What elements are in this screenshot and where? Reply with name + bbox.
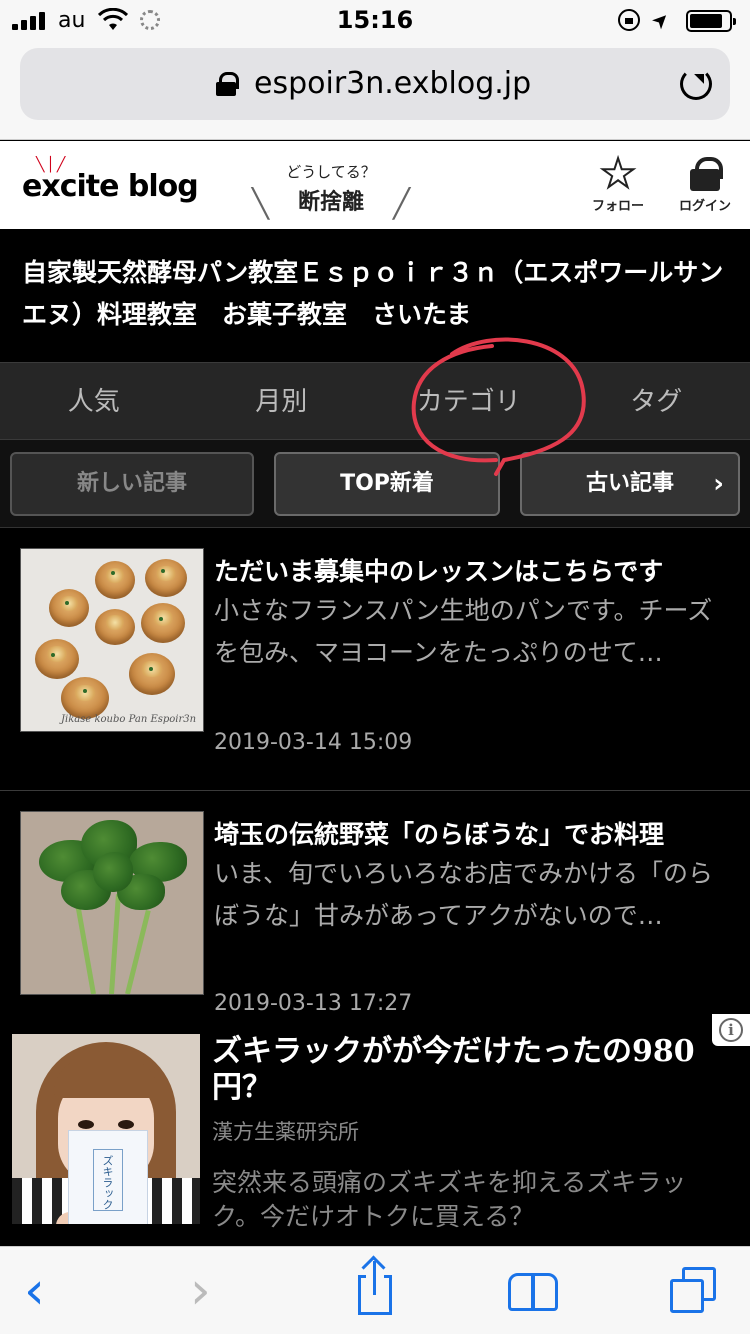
- browser-toolbar: ‹ ›: [0, 1246, 750, 1334]
- login-label: ログイン: [678, 199, 731, 214]
- url-text: espoir3n.exblog.jp: [254, 66, 532, 101]
- article-nav: 新しい記事 TOP新着 古い記事 ›: [0, 440, 750, 528]
- article-excerpt: いま、旬でいろいろなお店でみかける「のらぼうな」甘みがあってアクがないので…: [214, 859, 714, 930]
- ad-sponsor: 漢方生薬研究所: [212, 1120, 359, 1144]
- browser-address-area: espoir3n.exblog.jp: [0, 40, 750, 140]
- address-bar[interactable]: espoir3n.exblog.jp: [20, 48, 730, 120]
- battery-icon: [686, 10, 736, 32]
- book-icon: [508, 1273, 534, 1311]
- lock-icon: [690, 153, 723, 195]
- reload-icon[interactable]: [680, 68, 712, 100]
- ad-body: 突然来る頭痛のズキズキを抑えるズキラック。今だけオトクに買える？: [212, 1168, 687, 1231]
- slash-right-icon: ╱: [393, 187, 410, 220]
- chevron-right-icon: ›: [713, 469, 724, 499]
- advertisement[interactable]: i ズキラック ズキラックがが今だけたったの980円？ 漢方生薬研究所 突然来る…: [0, 1014, 750, 1246]
- follow-label: フォロー: [591, 199, 644, 214]
- status-bar: au 15:16 ➤: [0, 0, 750, 40]
- thumbnail-caption: Jikase koubo Pan Espoir3n: [61, 714, 197, 725]
- newer-articles-button[interactable]: 新しい記事: [10, 452, 254, 516]
- tab-monthly[interactable]: 月別: [188, 363, 376, 439]
- tabs-button[interactable]: [668, 1247, 722, 1334]
- article-thumbnail[interactable]: Jikase koubo Pan Espoir3n: [20, 548, 204, 732]
- back-button[interactable]: ‹: [24, 1247, 64, 1334]
- excite-blog-logo[interactable]: excite blog: [22, 169, 199, 204]
- login-button[interactable]: ログイン: [672, 153, 738, 214]
- article-item[interactable]: 埼玉の伝統野菜「のらぼうな」でお料理 いま、旬でいろいろなお店でみかける「のらぼ…: [0, 791, 750, 1013]
- follow-button[interactable]: ★ フォロー: [586, 151, 650, 214]
- article-excerpt: 小さなフランスパン生地のパンです。チーズを包み、マヨコーンをたっぷりのせて…: [214, 596, 713, 667]
- tab-tags[interactable]: タグ: [563, 363, 750, 439]
- article-item[interactable]: Jikase koubo Pan Espoir3n ただいま募集中のレッスンはこ…: [0, 528, 750, 790]
- prompt-question: どうしてる？: [286, 163, 376, 181]
- article-date: 2019-03-14 15:09: [214, 730, 413, 755]
- article-date: 2019-03-13 17:27: [214, 991, 413, 1013]
- prompt-word: 断捨離: [297, 190, 364, 215]
- blog-tabs: 人気 月別 カテゴリ タグ: [0, 362, 750, 440]
- bookmarks-button[interactable]: [508, 1247, 562, 1334]
- package-label: ズキラック: [101, 1155, 114, 1210]
- status-prompt[interactable]: どうしてる？ 断捨離 ╲ ╱: [252, 161, 410, 220]
- blog-title[interactable]: 自家製天然酵母パン教室Ｅｓｐｏｉｒ３ｎ（エスポワールサンエヌ）料理教室 お菓子教…: [22, 252, 732, 336]
- padlock-icon: [216, 72, 239, 96]
- share-button[interactable]: [356, 1247, 396, 1334]
- forward-button[interactable]: ›: [190, 1247, 230, 1334]
- product-package: ズキラック: [68, 1130, 148, 1224]
- ad-title[interactable]: ズキラックがが今だけたったの980円？: [212, 1034, 732, 1106]
- slash-left-icon: ╲: [252, 187, 269, 220]
- article-title[interactable]: ただいま募集中のレッスンはこちらです: [214, 552, 663, 588]
- star-icon: ★: [599, 151, 637, 197]
- older-articles-button[interactable]: 古い記事 ›: [520, 452, 740, 516]
- site-header: ╲│╱ excite blog どうしてる？ 断捨離 ╲ ╱ ★ フォロー ログ…: [0, 141, 750, 229]
- older-articles-label: 古い記事: [585, 471, 674, 496]
- orientation-lock-icon: [618, 9, 640, 31]
- top-new-button[interactable]: TOP新着: [274, 452, 500, 516]
- tab-category[interactable]: カテゴリ: [375, 363, 563, 439]
- tab-popular[interactable]: 人気: [0, 363, 188, 439]
- article-title[interactable]: 埼玉の伝統野菜「のらぼうな」でお料理: [214, 815, 664, 851]
- article-thumbnail[interactable]: [20, 811, 204, 995]
- ad-image[interactable]: ズキラック: [12, 1034, 200, 1224]
